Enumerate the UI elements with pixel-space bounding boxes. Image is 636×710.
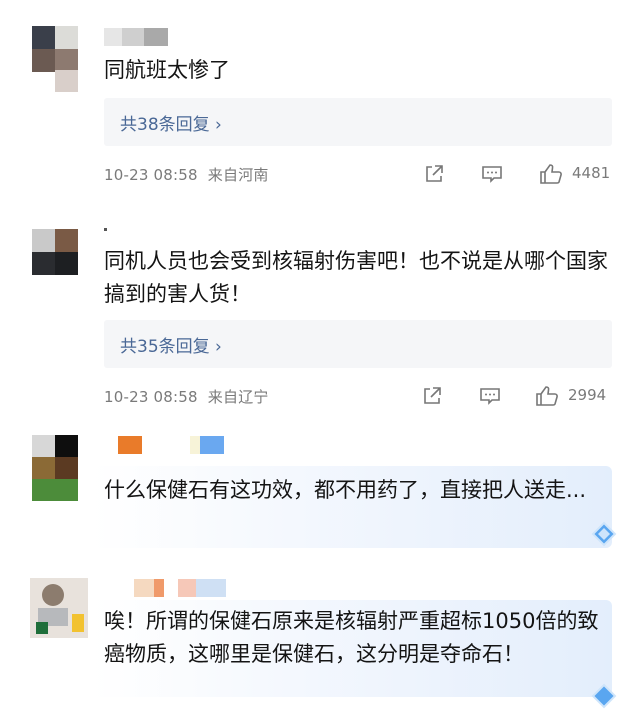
comment-text: 同机人员也会受到核辐射伤害吧！也不说是从哪个国家搞到的害人货！ [104,249,608,306]
share-icon[interactable] [422,162,446,186]
comment-icon[interactable] [480,162,504,186]
comment-icon[interactable] [478,384,502,408]
like-count: 2994 [568,386,607,404]
comment-meta: 10-23 08:58 来自河南 4481 [104,162,612,186]
avatar[interactable] [32,26,78,72]
share-icon[interactable] [420,384,444,408]
thumbs-up-icon[interactable] [538,162,564,186]
timestamp: 10-23 08:58 [104,388,198,406]
diamond-badge-icon [591,683,617,709]
avatar[interactable] [32,435,78,501]
location: 来自河南 [207,166,269,184]
username-blurred[interactable] [104,436,224,454]
location: 来自辽宁 [207,388,269,406]
thumbs-up-icon[interactable] [534,384,560,408]
avatar[interactable] [32,229,78,275]
username-blurred[interactable] [104,579,226,597]
username-blurred[interactable] [104,228,107,246]
username-blurred[interactable] [104,28,168,46]
view-replies-link[interactable]: 共38条回复 › [120,110,222,135]
replies-box[interactable]: 共35条回复 › [104,320,612,368]
comment-text: 同航班太惨了 [104,58,230,82]
timestamp: 10-23 08:58 [104,166,198,184]
comment-meta: 10-23 08:58 来自辽宁 2994 [104,384,612,408]
comment-text: 什么保健石有这功效，都不用药了，直接把人送走... [104,478,587,502]
comment-text: 唉！所谓的保健石原来是核辐射严重超标1050倍的致癌物质，这哪里是保健石，这分明… [104,609,599,666]
replies-box[interactable]: 共38条回复 › [104,98,612,146]
avatar[interactable] [30,578,88,638]
view-replies-link[interactable]: 共35条回复 › [120,332,222,357]
avatar-fragment [32,70,78,92]
diamond-badge-icon [591,521,617,547]
like-count: 4481 [572,164,611,182]
